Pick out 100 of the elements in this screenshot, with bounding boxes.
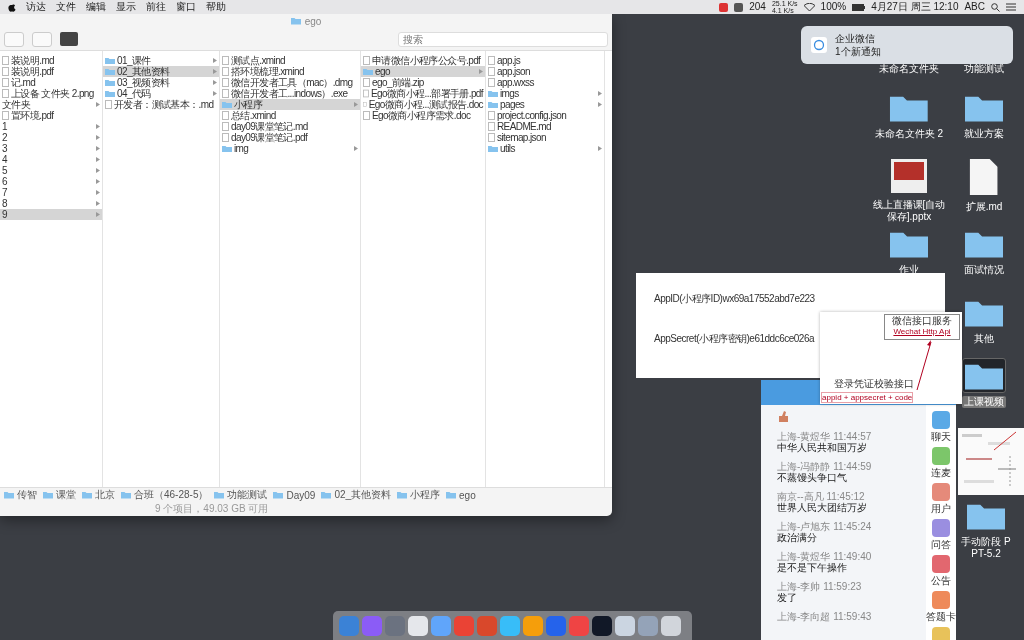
path-item[interactable]: 02_其他资料 — [321, 488, 392, 502]
file-row[interactable]: 装说明.pdf — [0, 66, 102, 77]
desktop-icon[interactable]: 功能测试 — [962, 63, 1006, 75]
path-item[interactable]: 功能测试 — [214, 488, 268, 502]
file-row[interactable]: 测试点.xmind — [220, 55, 360, 66]
dock-app-icon[interactable] — [592, 615, 612, 636]
side-tab[interactable]: 问答 — [931, 519, 951, 550]
file-row[interactable]: 5 — [0, 165, 102, 176]
desktop-icon[interactable]: 线上直播课[自动保存].pptx — [870, 156, 948, 223]
desktop-icon[interactable]: 面试情况 — [962, 226, 1006, 276]
menu-item[interactable]: 帮助 — [206, 1, 226, 13]
notification-toast[interactable]: 企业微信 1个新通知 — [801, 26, 1013, 64]
file-row[interactable]: img — [220, 143, 360, 154]
path-item[interactable]: 传智 — [4, 488, 37, 502]
message-text: 发了 — [777, 592, 798, 603]
file-row[interactable]: 7 — [0, 187, 102, 198]
file-row[interactable]: app.json — [486, 66, 604, 77]
file-row[interactable]: project.config.json — [486, 110, 604, 121]
apple-icon[interactable] — [8, 2, 16, 12]
battery-percent: 100% — [820, 1, 847, 13]
menu-item[interactable]: 文件 — [56, 1, 76, 13]
disclosure-icon — [96, 102, 100, 107]
file-row[interactable]: 8 — [0, 198, 102, 209]
desktop-icon[interactable]: 扩展.md — [963, 156, 1005, 213]
input-method[interactable]: ABC — [964, 1, 985, 13]
file-row[interactable]: README.md — [486, 121, 604, 132]
desktop-icon[interactable]: 未命名文件夹 — [877, 63, 941, 75]
desktop-icon[interactable]: 手动阶段 PPT-5.2 — [957, 498, 1015, 560]
path-item[interactable]: 课堂 — [43, 488, 76, 502]
file-row[interactable]: 开发者：测试基本：.md — [103, 99, 219, 110]
file-row[interactable]: 装说明.md — [0, 55, 102, 66]
menu-item[interactable]: 访达 — [26, 1, 46, 13]
file-row[interactable]: 4 — [0, 154, 102, 165]
file-row[interactable]: 记.md — [0, 77, 102, 88]
desktop-icon[interactable]: 其他 — [962, 295, 1006, 345]
side-tab[interactable]: 用户 — [931, 483, 951, 514]
path-item[interactable]: 小程序 — [397, 488, 441, 502]
file-row[interactable]: utils — [486, 143, 604, 154]
chat-count[interactable]: 204 — [749, 1, 766, 13]
side-tab[interactable]: 连麦 — [931, 447, 951, 478]
menu-item[interactable]: 前往 — [146, 1, 166, 13]
side-tab[interactable]: 答题卡 — [926, 591, 956, 622]
menu-item[interactable]: 编辑 — [86, 1, 106, 13]
wifi-icon[interactable] — [803, 3, 815, 11]
file-row[interactable]: 微信开发者工具（mac）.dmg — [220, 77, 360, 88]
chat-bubble-icon — [811, 37, 827, 53]
file-row[interactable]: Ego微商小程序需求.doc — [361, 110, 485, 121]
file-row[interactable]: 文件夹 — [0, 99, 102, 110]
file-row[interactable]: 2 — [0, 132, 102, 143]
dock-app-icon[interactable] — [661, 615, 681, 636]
file-row[interactable]: ego — [361, 66, 485, 77]
file-row[interactable]: app.js — [486, 55, 604, 66]
file-row[interactable]: imgs — [486, 88, 604, 99]
file-row[interactable]: app.wxss — [486, 77, 604, 88]
file-row[interactable]: 03_视频资料 — [103, 77, 219, 88]
search-icon[interactable] — [991, 2, 1000, 12]
menu-item[interactable]: 显示 — [116, 1, 136, 13]
arrow-line — [916, 340, 932, 390]
file-row[interactable]: Ego微商小程...部署手册.pdf — [361, 88, 485, 99]
menu-clock[interactable]: 4月27日 周三 12:10 — [871, 1, 959, 13]
file-row[interactable]: 微信开发者工...indows）.exe — [220, 88, 360, 99]
file-row[interactable]: 上设备 文件夹 2.png — [0, 88, 102, 99]
file-row[interactable]: 搭环境梳理.xmind — [220, 66, 360, 77]
file-row[interactable]: Ego微商小程...测试报告.doc — [361, 99, 485, 110]
tag-button[interactable] — [32, 31, 52, 47]
slide-text: AppID(小程序ID)wx69a17552abd7e223 — [654, 293, 816, 305]
side-tab-icon[interactable] — [932, 627, 950, 640]
file-row[interactable]: 02_其他资料 — [103, 66, 219, 77]
battery-icon[interactable] — [852, 3, 866, 11]
file-row[interactable]: 01_课件 — [103, 55, 219, 66]
share-button[interactable] — [4, 31, 24, 47]
file-row[interactable]: pages — [486, 99, 604, 110]
file-row[interactable]: 04_代码 — [103, 88, 219, 99]
file-row[interactable]: 9 — [0, 209, 102, 220]
folder-icon — [290, 17, 301, 25]
desktop-icon[interactable]: 未命名文件夹 2 — [872, 90, 946, 140]
file-row[interactable]: ego_前端.zip — [361, 77, 485, 88]
path-item[interactable]: 合班（46-28-5） — [121, 488, 209, 502]
file-row[interactable]: 置环境.pdf — [0, 110, 102, 121]
menu-item[interactable]: 窗口 — [176, 1, 196, 13]
list-icon[interactable] — [1006, 3, 1016, 11]
file-row[interactable]: 1 — [0, 121, 102, 132]
file-row[interactable]: day09课堂笔记.md — [220, 121, 360, 132]
side-tab[interactable]: 公告 — [931, 555, 951, 586]
path-item[interactable]: 北京 — [82, 488, 115, 502]
file-row[interactable]: 6 — [0, 176, 102, 187]
file-row[interactable]: 小程序 — [220, 99, 360, 110]
file-row[interactable]: 总结.xmind — [220, 110, 360, 121]
search-field[interactable]: 搜索 — [398, 31, 608, 47]
file-row[interactable]: sitemap.json — [486, 132, 604, 143]
dock-app-icon[interactable] — [408, 615, 428, 636]
file-row[interactable]: day09课堂笔记.pdf — [220, 132, 360, 143]
desktop-icon[interactable]: 就业方案 — [962, 90, 1006, 140]
dock-app-icon[interactable] — [615, 615, 635, 636]
path-item[interactable]: Day09 — [273, 489, 316, 501]
path-item[interactable]: ego — [446, 489, 476, 501]
terminal-button[interactable] — [60, 32, 78, 46]
side-tab[interactable]: 聊天 — [931, 411, 951, 442]
file-row[interactable]: 申请微信小程序公众号.pdf — [361, 55, 485, 66]
file-row[interactable]: 3 — [0, 143, 102, 154]
